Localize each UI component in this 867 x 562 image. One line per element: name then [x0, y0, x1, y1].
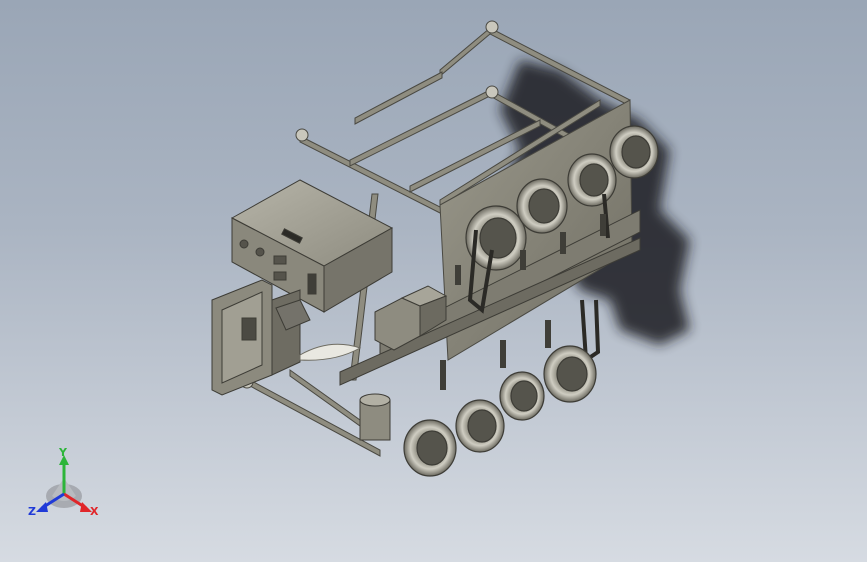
roller-drum: [359, 393, 391, 441]
y-axis-label: Y: [59, 446, 67, 459]
wheel: [455, 399, 505, 453]
white-guide-part: [299, 343, 362, 361]
wheel: [499, 371, 545, 421]
x-axis-label: X: [90, 505, 99, 518]
reference-triad: [36, 455, 92, 512]
z-axis-label: Z: [28, 505, 36, 518]
front-panel-box: [211, 279, 301, 396]
wheel: [516, 178, 568, 234]
wheel: [543, 345, 597, 403]
graphics-viewport[interactable]: Y X Z: [0, 0, 867, 562]
wheel: [567, 153, 617, 207]
wheel: [609, 125, 659, 179]
wheel: [403, 419, 457, 477]
cad-model[interactable]: [0, 0, 867, 562]
